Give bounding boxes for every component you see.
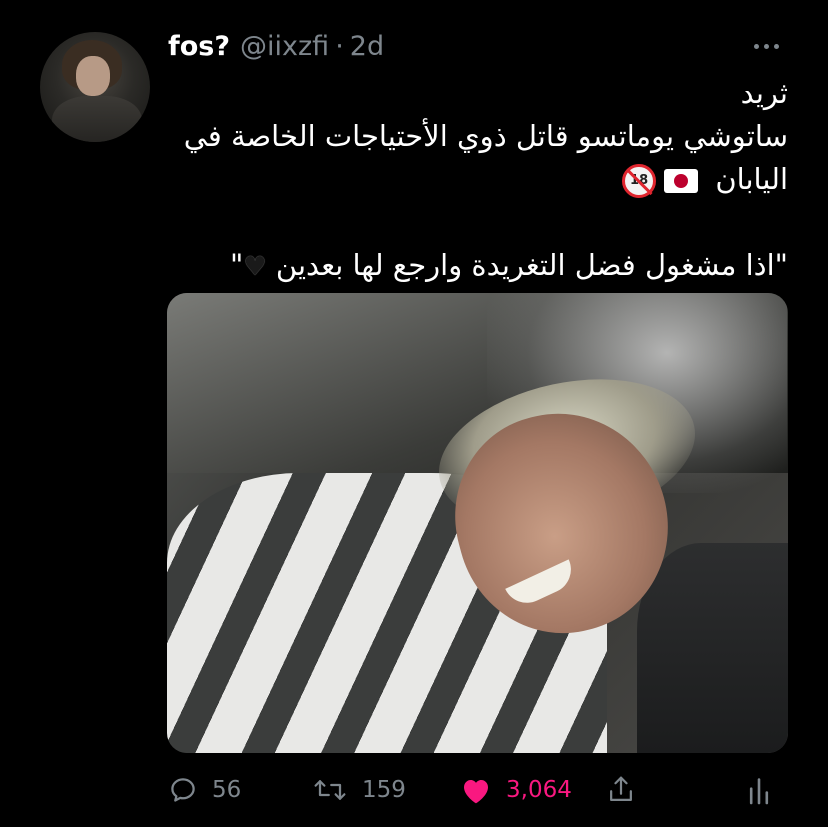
tweet-text-line-1: ثريد bbox=[740, 76, 788, 110]
tweet-text: ثريد ساتوشي يوماتسو قاتل ذوي الأحتياجات … bbox=[168, 72, 788, 289]
closing-quote: " bbox=[230, 248, 244, 282]
more-options-icon[interactable] bbox=[754, 36, 784, 56]
like-count: 3,064 bbox=[506, 777, 572, 803]
tweet-text-line-3-text: اليابان bbox=[715, 162, 788, 196]
tweet-text-line-2: ساتوشي يوماتسو قاتل ذوي الأحتياجات الخاص… bbox=[183, 119, 788, 153]
reply-count: 56 bbox=[212, 777, 242, 803]
analytics-button[interactable] bbox=[746, 770, 772, 810]
author-name[interactable]: fos? bbox=[168, 31, 230, 62]
tweet[interactable]: fos? @iixzfi · 2d ثريد ساتوشي يوماتسو قا… bbox=[0, 0, 828, 827]
avatar-body bbox=[52, 96, 142, 142]
share-button[interactable] bbox=[606, 770, 636, 810]
avatar-face bbox=[76, 56, 110, 96]
tweet-header: fos? @iixzfi · 2d bbox=[168, 26, 384, 66]
separator-dot: · bbox=[335, 30, 344, 62]
tweet-text-line-3: اليابان 18 bbox=[168, 158, 788, 201]
analytics-icon bbox=[749, 778, 769, 805]
black-heart-icon: ♥ bbox=[243, 251, 267, 282]
heart-icon bbox=[464, 780, 488, 804]
timestamp[interactable]: 2d bbox=[350, 31, 384, 62]
retweet-icon bbox=[314, 780, 346, 800]
retweet-button[interactable]: 159 bbox=[312, 770, 406, 810]
like-button[interactable]: 3,064 bbox=[460, 770, 572, 810]
author-handle[interactable]: @iixzfi bbox=[240, 31, 329, 62]
reply-button[interactable]: 56 bbox=[168, 770, 241, 810]
tweet-text-line-4: "اذا مشغول فضل التغريدة وارجع لها بعدين … bbox=[168, 244, 788, 289]
photo-seat bbox=[637, 543, 788, 753]
no-under-18-icon: 18 bbox=[622, 164, 657, 198]
tweet-text-line-4-text: "اذا مشغول فضل التغريدة وارجع لها بعدين bbox=[275, 248, 788, 282]
japan-flag-icon bbox=[664, 169, 699, 193]
tweet-photo[interactable] bbox=[167, 293, 788, 753]
reply-icon bbox=[171, 778, 195, 802]
share-icon bbox=[610, 776, 632, 801]
retweet-count: 159 bbox=[362, 777, 406, 803]
tweet-actions: 56 159 3,064 bbox=[168, 770, 788, 810]
avatar[interactable] bbox=[40, 32, 150, 142]
